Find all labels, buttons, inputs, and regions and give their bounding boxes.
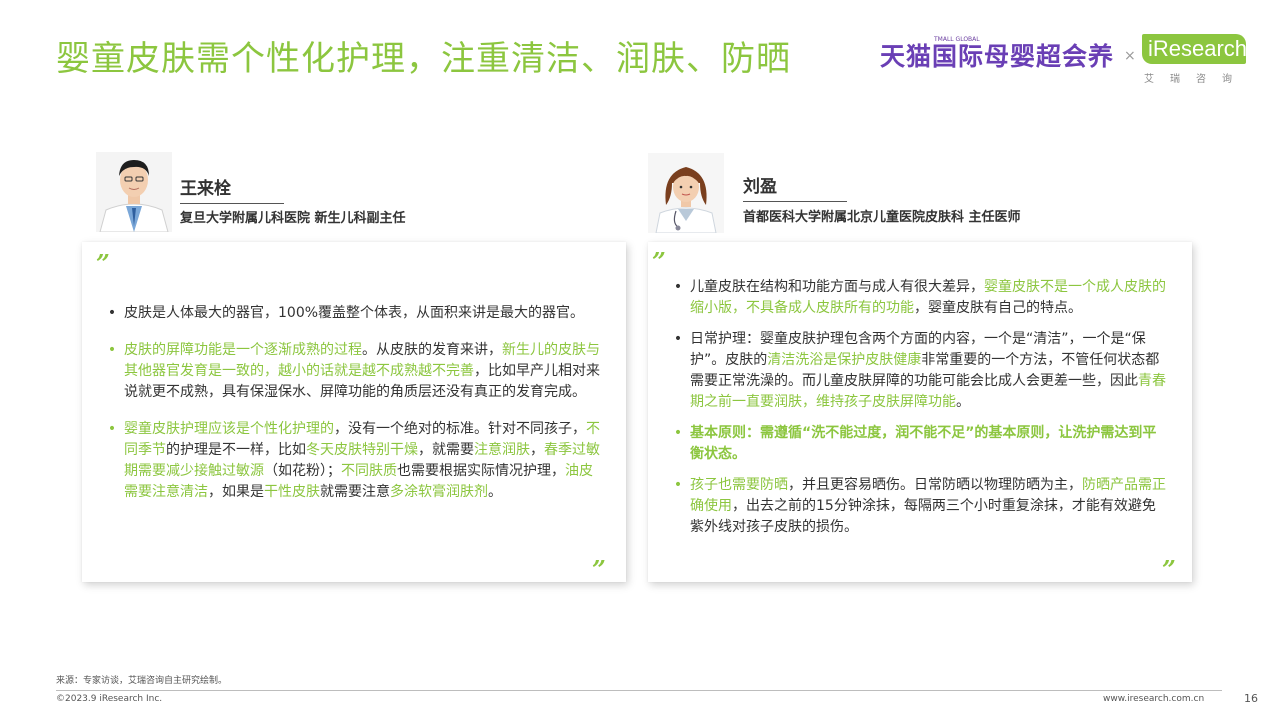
quote-open-mark: ” xyxy=(96,249,110,278)
bullet-dot: • xyxy=(673,477,683,493)
highlight-text: 冬天皮肤特别干燥 xyxy=(306,442,418,458)
list-item: • 日常护理：婴童皮肤护理包含两个方面的内容，一个是“清洁”，一个是“保护”。皮… xyxy=(672,329,1166,413)
iresearch-logo-text: iResearch xyxy=(1148,36,1248,61)
iresearch-logo-cn: 艾瑞咨询 xyxy=(1144,74,1248,85)
bullet-text: 皮肤是人体最大的器官，100%覆盖整个体表，从面积来讲是最大的器官。 xyxy=(124,305,585,321)
bullet-dot: • xyxy=(107,421,117,437)
list-item: • 儿童皮肤在结构和功能方面与成人有很大差异，婴童皮肤不是一个成人皮肤的缩小版，… xyxy=(672,277,1166,319)
bullet-text: ，如果是 xyxy=(208,484,264,500)
expert-title-1: 复旦大学附属儿科医院 新生儿科副主任 xyxy=(180,211,406,226)
list-item: • 皮肤是人体最大的器官，100%覆盖整个体表，从面积来讲是最大的器官。 xyxy=(106,303,602,324)
tmall-logo-text: 天猫国际母婴超会养 xyxy=(880,42,1115,71)
highlight-text: 孩子也需要防晒 xyxy=(690,477,788,493)
quote-open-mark: ” xyxy=(652,247,666,276)
bullet-text: ，婴童皮肤有自己的特点。 xyxy=(914,300,1082,316)
bullet-text: ， xyxy=(530,442,544,458)
quote-card-left: ” • 皮肤是人体最大的器官，100%覆盖整个体表，从面积来讲是最大的器官。 •… xyxy=(82,242,626,582)
highlight-text: 清洁洗浴是保护皮肤健康 xyxy=(767,352,922,368)
footer-divider xyxy=(56,690,1222,691)
iresearch-logo: iResearch 艾瑞咨询 xyxy=(1142,34,1250,86)
doctor-male-icon xyxy=(96,152,172,232)
quote-close-mark: ” xyxy=(1162,555,1176,584)
page-number: 16 xyxy=(1244,692,1258,705)
expert-name-2: 刘盈 xyxy=(743,172,847,202)
bullet-dot: • xyxy=(673,331,683,347)
cross-icon: × xyxy=(1124,48,1136,64)
expert-title-2: 首都医科大学附属北京儿童医院皮肤科 主任医师 xyxy=(743,210,1021,225)
list-item: • 婴童皮肤护理应该是个性化护理的，没有一个绝对的标准。针对不同孩子，不同季节的… xyxy=(106,419,602,503)
bullet-dot: • xyxy=(673,279,683,295)
bullet-text: 的护理是不一样，比如 xyxy=(166,442,306,458)
bullet-text: ，就需要 xyxy=(418,442,474,458)
list-item: • 孩子也需要防晒，并且更容易晒伤。日常防晒以物理防晒为主，防晒产品需正确使用，… xyxy=(672,475,1166,538)
bullet-text: 也需要根据实际情况护理， xyxy=(397,463,565,479)
bullet-text: （如花粉）； xyxy=(264,463,341,479)
bullet-list-right: • 儿童皮肤在结构和功能方面与成人有很大差异，婴童皮肤不是一个成人皮肤的缩小版，… xyxy=(672,277,1166,538)
highlight-text: 婴童皮肤护理应该是个性化护理的 xyxy=(124,421,334,437)
highlight-text: 不同肤质 xyxy=(341,463,397,479)
expert-avatar-female xyxy=(648,153,724,233)
page-title: 婴童皮肤需个性化护理，注重清洁、润肤、防晒 xyxy=(56,39,791,79)
copyright-text: ©2023.9 iResearch Inc. xyxy=(56,694,163,704)
website-link[interactable]: www.iresearch.com.cn xyxy=(1103,694,1204,704)
bullet-text: 。 xyxy=(956,394,970,410)
bullet-text: ，出去之前的15分钟涂抹，每隔两三个小时重复涂抹，才能有效避免紫外线对孩子皮肤的… xyxy=(690,498,1156,535)
expert-avatar-male xyxy=(96,152,172,232)
expert-name-1: 王来栓 xyxy=(180,174,284,204)
bullet-text: 。 xyxy=(488,484,502,500)
highlight-text: 注意润肤 xyxy=(474,442,530,458)
quote-close-mark: ” xyxy=(592,555,606,584)
bullet-dot: • xyxy=(107,342,117,358)
doctor-female-icon xyxy=(648,153,724,233)
bullet-text: 就需要注意 xyxy=(320,484,390,500)
highlight-text: 多涂软膏润肤剂 xyxy=(390,484,488,500)
list-item: • 皮肤的屏障功能是一个逐渐成熟的过程。从皮肤的发育来讲，新生儿的皮肤与其他器官… xyxy=(106,340,602,403)
tmall-global-small-text: TMALL GLOBAL xyxy=(934,36,980,43)
bullet-text: ，没有一个绝对的标准。针对不同孩子， xyxy=(334,421,586,437)
highlight-text: 皮肤的屏障功能是一个逐渐成熟的过程 xyxy=(124,342,362,358)
bullet-text: ，并且更容易晒伤。日常防晒以物理防晒为主， xyxy=(788,477,1082,493)
source-note: 来源：专家访谈，艾瑞咨询自主研究绘制。 xyxy=(56,676,228,686)
list-item: • 基本原则：需遵循“洗不能过度，润不能不足”的基本原则，让洗护需达到平衡状态。 xyxy=(672,423,1166,465)
bullet-text: 。从皮肤的发育来讲， xyxy=(362,342,502,358)
quote-card-right: ” • 儿童皮肤在结构和功能方面与成人有很大差异，婴童皮肤不是一个成人皮肤的缩小… xyxy=(648,242,1192,582)
tmall-global-logo: TMALL GLOBAL 天猫国际母婴超会养 xyxy=(880,36,1115,74)
bullet-text: 儿童皮肤在结构和功能方面与成人有很大差异， xyxy=(690,279,984,295)
bullet-list-left: • 皮肤是人体最大的器官，100%覆盖整个体表，从面积来讲是最大的器官。 • 皮… xyxy=(106,303,602,503)
highlight-text: 基本原则：需遵循“洗不能过度，润不能不足”的基本原则，让洗护需达到平衡状态。 xyxy=(690,425,1157,462)
highlight-text: 干性皮肤 xyxy=(264,484,320,500)
bullet-dot: • xyxy=(673,425,683,441)
bullet-dot: • xyxy=(107,305,117,321)
